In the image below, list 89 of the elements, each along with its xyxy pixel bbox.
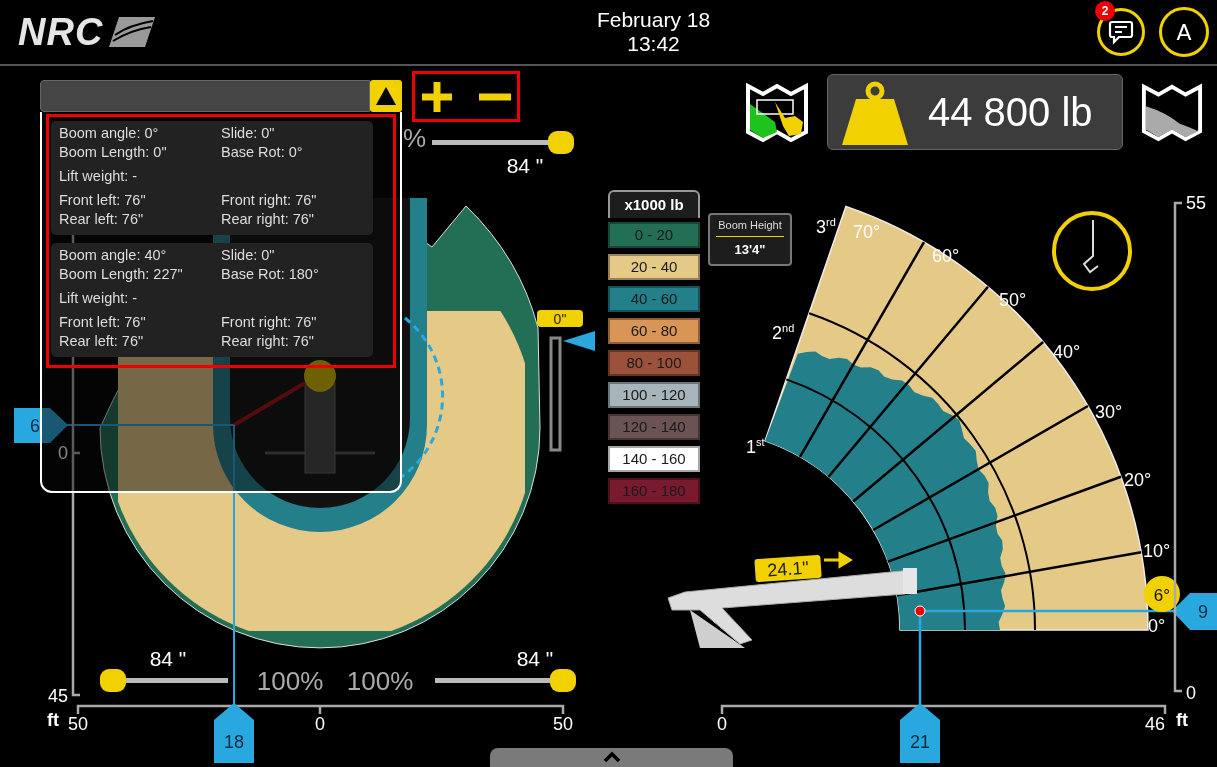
legend-item: 140 - 160	[608, 446, 700, 472]
triangle-up-icon	[375, 86, 397, 106]
legend-item: 40 - 60	[608, 286, 700, 312]
legend-title: x1000 lb	[608, 190, 700, 218]
slider-thumb[interactable]	[100, 669, 126, 692]
axis-label: 46	[1145, 714, 1165, 734]
legend-item: 120 - 140	[608, 414, 700, 440]
slider-reading: 84 "	[149, 647, 187, 670]
axis-label: 0	[315, 714, 325, 734]
axis-label: 0	[1186, 683, 1196, 703]
preset-value: Front right: 76"	[221, 313, 318, 332]
angle-label: 0°	[1148, 616, 1166, 636]
section-label: 3$^{rd}$	[816, 216, 836, 238]
load-value: 44 800 lb	[928, 89, 1093, 135]
logo-stripes-icon	[109, 17, 156, 47]
preset-value: Base Rot: 180°	[221, 265, 320, 284]
angle-label: 70°	[853, 222, 881, 242]
preset-value: Base Rot: 0°	[221, 143, 304, 162]
boom-tip-dot	[914, 605, 926, 617]
height-badge: 0"	[537, 310, 583, 327]
legend-item: 80 - 100	[608, 350, 700, 376]
preset-value: Boom Length: 227"	[59, 265, 184, 284]
account-avatar[interactable]: A	[1159, 7, 1209, 57]
unit-label: ft	[47, 710, 59, 730]
preset-value: Lift weight: -	[59, 167, 139, 186]
expand-tab[interactable]	[490, 748, 733, 767]
hook-icon	[1052, 211, 1132, 291]
angle-label: 40°	[1053, 342, 1081, 362]
legend-item: 0 - 20	[608, 222, 700, 248]
logo-text: NRC	[18, 10, 104, 54]
preset-value: Boom angle: 40°	[59, 246, 168, 265]
chat-icon	[1108, 19, 1134, 45]
plus-icon[interactable]	[420, 79, 454, 114]
preset-card[interactable]: Boom angle: 0° Slide: 0" Boom Length: 0" Base Rot: 0° Lift weight: - Front left: 76" Front right: 76" Rear left: 76" Rear right: 76"	[51, 121, 373, 235]
axis-label: 50	[68, 714, 88, 734]
axis-label: 50	[553, 714, 573, 734]
time-text: 13:42	[626, 32, 681, 56]
axis-label: 0	[717, 714, 727, 734]
weight-icon	[840, 79, 910, 145]
preset-value: Slide: 0"	[221, 246, 276, 265]
section-label: 2$^{nd}$	[772, 322, 795, 344]
map-icon[interactable]	[745, 82, 809, 142]
legend-item: 100 - 120	[608, 382, 700, 408]
legend-item: 60 - 80	[608, 318, 700, 344]
legend-item: 160 - 180	[608, 478, 700, 504]
preset-value: Boom Length: 0"	[59, 143, 168, 162]
axis-label: 45	[47, 686, 68, 706]
axis-label: 55	[1186, 193, 1207, 213]
preset-value: Front left: 76"	[59, 191, 147, 210]
unit-label: ft	[1176, 710, 1188, 730]
boom-height-value: 13'4"	[734, 242, 766, 257]
preset-value: Boom angle: 0°	[59, 124, 160, 143]
preset-value: Rear right: 76"	[221, 210, 315, 229]
percent-text: 100%	[346, 666, 414, 696]
position-flag: 9	[1172, 593, 1217, 630]
preset-value: Front right: 76"	[221, 191, 318, 210]
messages-button[interactable]	[1097, 8, 1145, 56]
preset-value: Rear left: 76"	[59, 332, 145, 351]
position-flag: 21	[900, 703, 940, 763]
angle-label: 50°	[999, 290, 1027, 310]
percent-text: 100%	[256, 666, 324, 696]
preset-value: Rear left: 76"	[59, 210, 145, 229]
angle-label: 20°	[1124, 470, 1152, 490]
position-flag: 6	[14, 408, 68, 443]
axis-label: 0	[58, 443, 68, 463]
pointer-icon	[563, 331, 595, 351]
percent-text: %	[403, 123, 427, 153]
angle-label: 30°	[1095, 402, 1123, 422]
slider-reading: 84 "	[506, 154, 544, 177]
position-flag: 18	[214, 703, 254, 763]
arrow-icon	[822, 551, 853, 569]
boom-height-label: Boom Height	[716, 219, 784, 237]
date-text: February 18	[596, 8, 711, 32]
preset-value: Rear right: 76"	[221, 332, 315, 351]
caret-icon	[602, 751, 621, 763]
notification-badge: 2	[1095, 1, 1115, 21]
slider-thumb[interactable]	[548, 131, 574, 154]
legend-item: 20 - 40	[608, 254, 700, 280]
slider-reading: 84 "	[516, 647, 554, 670]
collapse-button[interactable]	[370, 80, 402, 112]
preset-value: Lift weight: -	[59, 289, 139, 308]
section-label: 1$^{st}$	[746, 436, 765, 458]
angle-label: 10°	[1143, 541, 1171, 561]
angle-badge: 6°	[1144, 576, 1180, 612]
slider-thumb[interactable]	[550, 669, 576, 692]
map-icon[interactable]	[1141, 82, 1203, 142]
preset-card[interactable]: Boom angle: 40° Slide: 0" Boom Length: 227" Base Rot: 180° Lift weight: - Front left: 76" Front right: 76" Rear left: 76" Rear right: 76"	[51, 243, 373, 357]
preset-value: Slide: 0"	[221, 124, 276, 143]
preset-value: Front left: 76"	[59, 313, 147, 332]
